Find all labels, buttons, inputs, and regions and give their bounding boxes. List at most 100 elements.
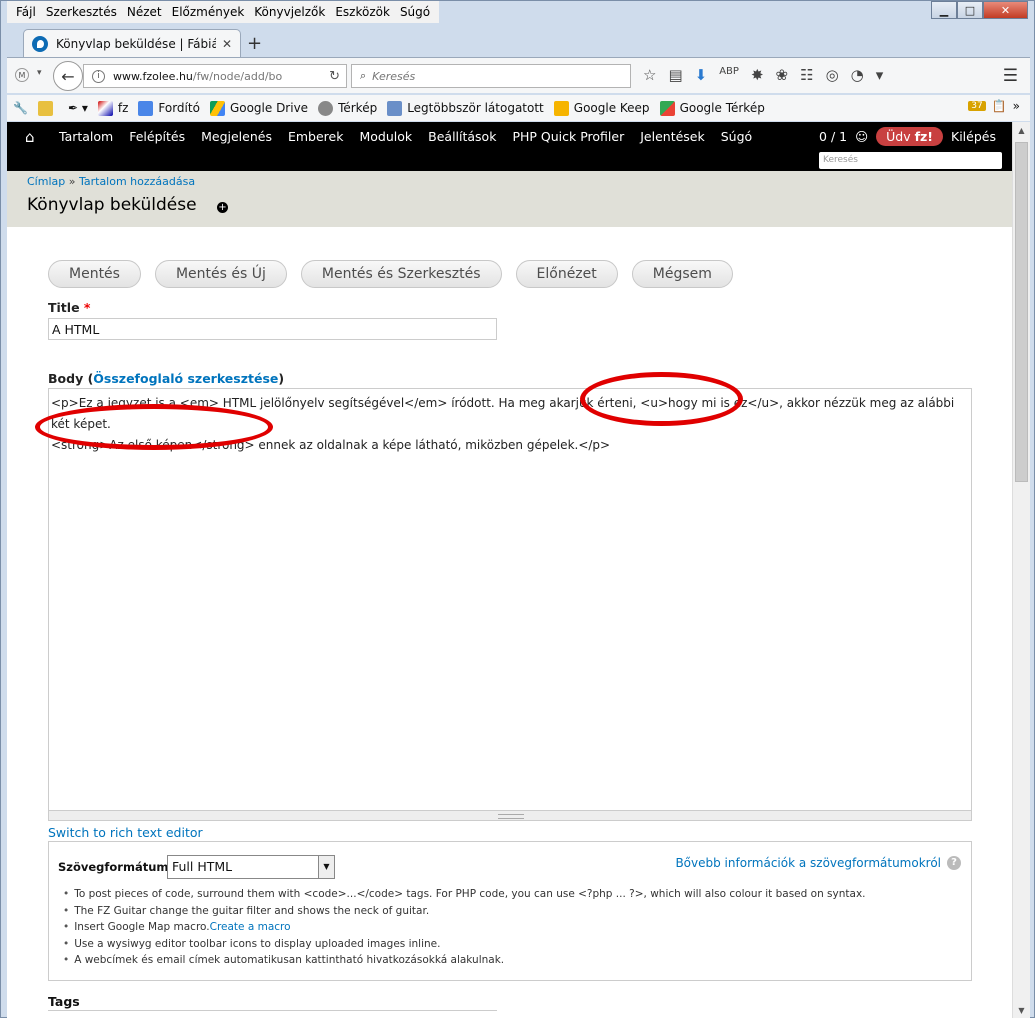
tip-item: Insert Google Map macro.Create a macro — [63, 919, 866, 936]
flag-icon — [97, 100, 113, 116]
admin-menu-appearance[interactable]: Megjelenés — [193, 129, 280, 144]
addon-badge[interactable]: 37 — [968, 101, 986, 111]
clipboard-icon[interactable]: 📋 — [992, 99, 1007, 113]
download-icon[interactable]: ⬇ — [695, 66, 708, 84]
sitemap-icon[interactable]: ☷ — [800, 66, 813, 84]
switch-editor-link[interactable]: Switch to rich text editor — [48, 825, 203, 840]
greeting-badge[interactable]: Üdv fz! — [876, 127, 944, 146]
admin-menu: Tartalom Felépítés Megjelenés Emberek Mo… — [51, 129, 760, 144]
menu-help[interactable]: Súgó — [395, 5, 435, 19]
new-tab-icon[interactable]: + — [247, 33, 262, 54]
admin-toolbar: ⌂ Tartalom Felépítés Megjelenés Emberek … — [7, 122, 1012, 174]
hamburger-menu-icon[interactable]: ☰ — [1003, 66, 1018, 86]
help-icon[interactable]: ? — [947, 856, 961, 870]
menu-history[interactable]: Előzmények — [167, 5, 250, 19]
window-controls: ▁ □ ✕ — [931, 1, 1028, 19]
browser-window: Fájl Szerkesztés Nézet Előzmények Könyvj… — [0, 0, 1035, 1018]
url-bar[interactable]: i www.fzolee.hu/fw/node/add/bo ↻ — [83, 64, 347, 88]
bookmark-google-maps[interactable]: Google Térkép — [659, 100, 765, 116]
dropdown-arrow-icon[interactable]: ▼ — [318, 856, 334, 878]
logout-link[interactable]: Kilépés — [951, 129, 996, 144]
close-window-button[interactable]: ✕ — [983, 1, 1028, 19]
admin-menu-reports[interactable]: Jelentések — [632, 129, 713, 144]
user-count: 0 / 1 — [819, 129, 848, 144]
footprint-icon[interactable]: ❀ — [776, 66, 789, 84]
minimize-button[interactable]: ▁ — [931, 1, 957, 19]
overflow-chevron-icon[interactable]: ▾ — [876, 66, 884, 84]
page-scrollbar[interactable]: ▲ ▼ — [1012, 122, 1030, 1018]
bug-icon[interactable]: ✸ — [751, 66, 764, 84]
globe-icon[interactable]: ◎ — [826, 66, 839, 84]
admin-menu-help[interactable]: Súgó — [713, 129, 760, 144]
create-macro-link[interactable]: Create a macro — [210, 921, 291, 933]
chat-icon[interactable]: ◔ — [851, 66, 864, 84]
home-icon[interactable]: ⌂ — [25, 128, 35, 146]
url-text[interactable]: www.fzolee.hu/fw/node/add/bo — [113, 70, 325, 83]
menu-view[interactable]: Nézet — [122, 5, 167, 19]
globe-icon — [318, 100, 334, 116]
preview-button[interactable]: Előnézet — [515, 260, 618, 288]
admin-menu-structure[interactable]: Felépítés — [121, 129, 193, 144]
maximize-button[interactable]: □ — [957, 1, 983, 19]
body-textarea[interactable]: <p>Ez a jegyzet is a <em> HTML jelölőnye… — [48, 388, 972, 811]
menu-bookmarks[interactable]: Könyvjelzők — [249, 5, 330, 19]
edit-summary-link[interactable]: Összefoglaló szerkesztése — [93, 371, 278, 386]
save-and-new-button[interactable]: Mentés és Új — [154, 260, 287, 288]
bookmark-google-drive[interactable]: Google Drive — [209, 100, 308, 116]
info-icon[interactable]: i — [92, 69, 105, 83]
save-and-edit-button[interactable]: Mentés és Szerkesztés — [300, 260, 502, 288]
admin-menu-content[interactable]: Tartalom — [51, 129, 121, 144]
add-shortcut-icon[interactable]: + — [217, 202, 228, 213]
scroll-up-icon[interactable]: ▲ — [1013, 122, 1030, 139]
menu-tools[interactable]: Eszközök — [330, 5, 395, 19]
back-button[interactable]: ← — [53, 61, 83, 91]
close-tab-icon[interactable]: ✕ — [222, 37, 232, 51]
chevron-right-icon[interactable]: » — [1013, 99, 1020, 113]
admin-menu-profiler[interactable]: PHP Quick Profiler — [504, 129, 632, 144]
eyedropper-icon[interactable]: ✒ ▾ — [68, 101, 88, 115]
tab-title: Könyvlap beküldése | Fábiá... — [56, 36, 216, 51]
format-select[interactable]: Full HTML ▼ — [167, 855, 335, 879]
wrench-icon[interactable]: 🔧 — [13, 101, 28, 115]
chevron-down-icon[interactable]: ▾ — [37, 68, 42, 78]
bookmark-google-keep[interactable]: Google Keep — [553, 100, 650, 116]
textarea-resize-handle[interactable] — [48, 811, 972, 821]
tab-active[interactable]: Könyvlap beküldése | Fábiá... ✕ — [23, 29, 241, 57]
scroll-down-icon[interactable]: ▼ — [1013, 1002, 1030, 1018]
save-button[interactable]: Mentés — [48, 260, 141, 288]
adblock-icon[interactable]: ABP — [719, 66, 739, 84]
format-info-link[interactable]: Bővebb információk a szövegformátumokról — [675, 856, 941, 870]
tags-field[interactable] — [48, 1010, 497, 1018]
toolbar-user-area: 0 / 1 ☺ Üdv fz! Kilépés — [819, 127, 996, 146]
ruler-icon[interactable] — [37, 100, 58, 116]
admin-menu-modules[interactable]: Modulok — [351, 129, 420, 144]
tip-item: To post pieces of code, surround them wi… — [63, 886, 865, 903]
bookmark-most-visited[interactable]: Legtöbbször látogatott — [387, 100, 544, 116]
bookmark-translator[interactable]: Fordító — [138, 100, 200, 116]
scroll-thumb[interactable] — [1015, 142, 1028, 482]
bookmark-star-icon[interactable]: ☆ — [643, 66, 656, 84]
admin-menu-people[interactable]: Emberek — [280, 129, 352, 144]
text-format-box: Szövegformátum Full HTML ▼ Bővebb inform… — [48, 841, 972, 981]
menu-file[interactable]: Fájl — [11, 5, 41, 19]
breadcrumb-home[interactable]: Címlap — [27, 175, 65, 188]
tip-item: A webcímek és email címek automatikusan … — [63, 952, 866, 969]
reading-list-icon[interactable]: ▤ — [668, 66, 682, 84]
title-label: Title * — [48, 300, 91, 315]
format-label: Szövegformátum — [58, 860, 169, 874]
bookmark-map[interactable]: Térkép — [318, 100, 377, 116]
admin-menu-settings[interactable]: Beállítások — [420, 129, 504, 144]
cancel-button[interactable]: Mégsem — [631, 260, 733, 288]
drupal-favicon-icon — [32, 35, 48, 52]
breadcrumb-add-content[interactable]: Tartalom hozzáadása — [79, 175, 195, 188]
reload-icon[interactable]: ↻ — [329, 69, 340, 84]
menu-edit[interactable]: Szerkesztés — [41, 5, 122, 19]
page-title: Könyvlap beküldése — [27, 195, 197, 215]
bookmark-fz[interactable]: fz — [97, 100, 128, 116]
identity-icon[interactable]: M — [15, 68, 29, 82]
tags-label: Tags — [48, 994, 80, 1009]
toolbar-search-input[interactable]: Keresés — [819, 152, 1002, 169]
browser-search-input[interactable]: ⌕ Keresés — [351, 64, 631, 88]
tip-item: The FZ Guitar change the guitar filter a… — [63, 903, 866, 920]
title-field[interactable]: A HTML — [48, 318, 497, 340]
